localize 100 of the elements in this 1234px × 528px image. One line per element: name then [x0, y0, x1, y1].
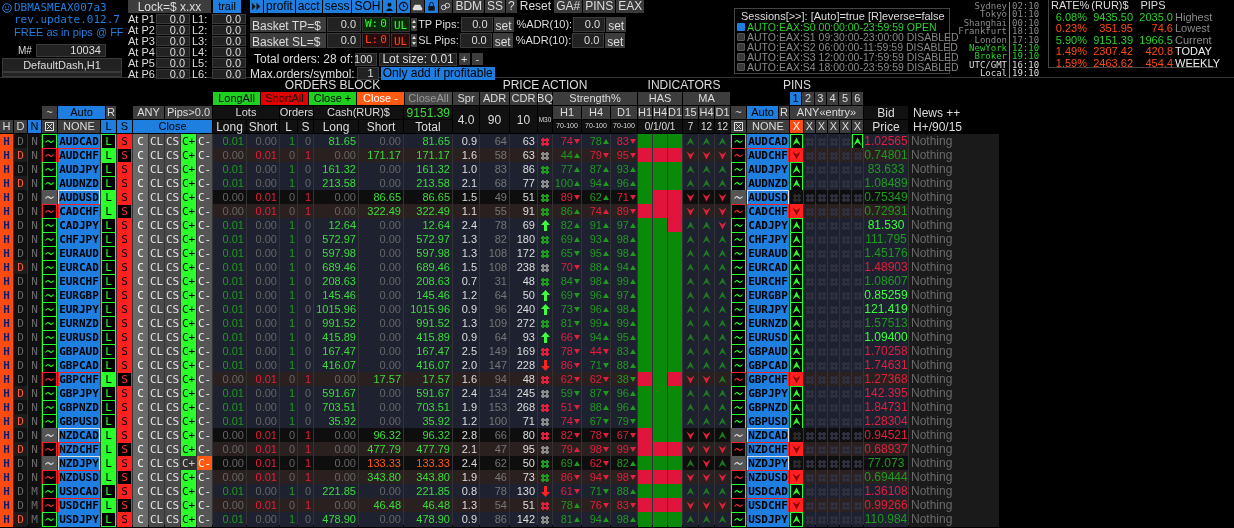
pips-field[interactable]: 0.0: [460, 17, 493, 32]
short-button[interactable]: S: [117, 512, 132, 527]
unlock-button[interactable]: UL: [390, 33, 411, 48]
basket-button[interactable]: Basket TP=$: [250, 17, 326, 32]
level-field[interactable]: 0.0: [212, 58, 246, 68]
auto-toggle[interactable]: Auto: [747, 106, 778, 119]
bulk-order-button[interactable]: LongAll: [213, 92, 260, 105]
set-button[interactable]: set: [606, 17, 627, 32]
set-button[interactable]: set: [493, 17, 514, 32]
pin-clear-button[interactable]: X: [790, 120, 803, 133]
trail-button[interactable]: trail: [213, 0, 241, 13]
toolbar-button[interactable]: PINS: [583, 0, 616, 13]
basket-field[interactable]: 0.0: [327, 33, 361, 48]
exit-profit-button[interactable]: C+: [181, 512, 196, 527]
toolbar-button[interactable]: GA#: [554, 0, 583, 13]
lot-size-field[interactable]: Lot size: 0.01: [379, 52, 457, 66]
level-field[interactable]: 0.0: [156, 47, 190, 57]
pips-field[interactable]: 0.0: [459, 33, 492, 48]
short-filter[interactable]: S: [117, 120, 132, 133]
toolbar-button[interactable]: SS: [485, 0, 506, 13]
pin-tab[interactable]: 1: [790, 92, 802, 105]
symbol-button[interactable]: USDJPY: [747, 512, 789, 527]
level-field[interactable]: 0.0: [212, 47, 246, 57]
profile-field[interactable]: DefaultDash,H1: [2, 58, 122, 72]
filter-button[interactable]: Pips>0.0: [165, 106, 212, 119]
level-field[interactable]: 0.0: [156, 25, 190, 35]
magic-field[interactable]: 10034: [35, 44, 106, 57]
none-button[interactable]: NONE: [58, 120, 100, 133]
toolbar-button[interactable]: Reset: [517, 0, 554, 13]
level-field[interactable]: 0.0: [212, 14, 246, 24]
pin-clear-button[interactable]: X: [804, 120, 815, 133]
toolbar-button[interactable]: BDM: [453, 0, 485, 13]
basket-button[interactable]: Basket SL=$: [250, 33, 326, 48]
stats-header: PIPS: [1139, 0, 1167, 12]
set-button[interactable]: set: [605, 33, 626, 48]
flag-toggle[interactable]: H: [0, 120, 13, 133]
filter-button[interactable]: ANY: [133, 106, 164, 119]
level-field[interactable]: 0.0: [156, 58, 190, 68]
level-label: L6:: [192, 69, 209, 79]
exit-short-button[interactable]: CS: [165, 512, 180, 527]
pin-tab[interactable]: 3: [814, 92, 826, 105]
per-symbol-field[interactable]: 1: [356, 67, 379, 80]
symbol-button[interactable]: USDJPY: [58, 512, 100, 527]
increase-button[interactable]: +: [458, 53, 470, 65]
toolbar-button[interactable]: SOH: [352, 0, 383, 13]
entry-filter[interactable]: ANY«entry»: [790, 106, 863, 119]
toolbar-button[interactable]: EAX: [616, 0, 645, 13]
flag-toggle[interactable]: D: [14, 120, 27, 133]
hedge-toggle[interactable]: H: [0, 512, 13, 527]
level-field[interactable]: 0.0: [156, 36, 190, 46]
basket-field[interactable]: 0.0: [327, 17, 361, 32]
mode-toggle[interactable]: ~: [731, 106, 746, 119]
toolbar-button[interactable]: profit: [264, 0, 295, 13]
pin-clear-button[interactable]: X: [840, 120, 851, 133]
adr-field[interactable]: 0.0: [572, 33, 605, 48]
pin-clear-button[interactable]: X: [828, 120, 839, 133]
clock-time: 19:10: [1011, 52, 1040, 61]
reverse-toggle[interactable]: R: [779, 106, 789, 119]
bulk-order-button[interactable]: Close -: [357, 92, 404, 105]
toolbar-button[interactable]: sess: [322, 0, 352, 13]
adr-field[interactable]: 0.0: [573, 17, 606, 32]
pin-clear-button[interactable]: X: [852, 120, 863, 133]
daily-toggle[interactable]: D: [14, 512, 27, 527]
level-field[interactable]: 0.0: [156, 14, 190, 24]
order-exit-button[interactable]: C: [133, 512, 148, 527]
lock-field[interactable]: Lock=$ x.xx: [128, 0, 211, 13]
set-button[interactable]: set: [492, 33, 513, 48]
pin-tab[interactable]: 6: [851, 92, 863, 105]
decrease-button[interactable]: -: [471, 53, 483, 65]
exit-loss-button[interactable]: C-: [197, 512, 212, 527]
bulk-order-button[interactable]: ShortAll: [261, 92, 308, 105]
long-filter[interactable]: L: [101, 120, 116, 133]
long-button[interactable]: L: [101, 512, 116, 527]
bulk-order-button[interactable]: CloseAll: [405, 92, 452, 105]
auto-toggle[interactable]: Auto: [58, 106, 105, 119]
none-button[interactable]: NONE: [747, 120, 789, 133]
strength-value: 96: [589, 289, 602, 302]
bulk-exit-button[interactable]: Close: [133, 120, 212, 133]
pin-tab[interactable]: 2: [802, 92, 814, 105]
pin-tab[interactable]: 5: [839, 92, 851, 105]
max-orders-field[interactable]: 100: [355, 52, 378, 66]
level-field[interactable]: 0.0: [156, 69, 190, 79]
toolbar-button[interactable]: ?: [506, 0, 517, 13]
exit-long-button[interactable]: CL: [149, 512, 164, 527]
pin-tab[interactable]: 4: [827, 92, 839, 105]
level-field[interactable]: 0.0: [212, 69, 246, 79]
bulk-order-button[interactable]: Close +: [309, 92, 356, 105]
cash-cell: 478.90: [314, 512, 358, 527]
level-field[interactable]: 0.0: [212, 25, 246, 35]
unlock-button[interactable]: UL: [390, 17, 411, 32]
level-field[interactable]: 0.0: [212, 36, 246, 46]
strength-value: 82: [560, 429, 573, 442]
mode-toggle[interactable]: ~: [42, 106, 57, 119]
profitable-toggle[interactable]: Only add if profitable: [380, 67, 495, 80]
reverse-toggle[interactable]: R: [106, 106, 116, 119]
flag-toggle[interactable]: N: [28, 120, 41, 133]
strength-value: 95: [616, 331, 629, 344]
toolbar-button[interactable]: acct: [295, 0, 322, 13]
news-toggle[interactable]: M: [28, 512, 41, 527]
pin-clear-button[interactable]: X: [816, 120, 827, 133]
